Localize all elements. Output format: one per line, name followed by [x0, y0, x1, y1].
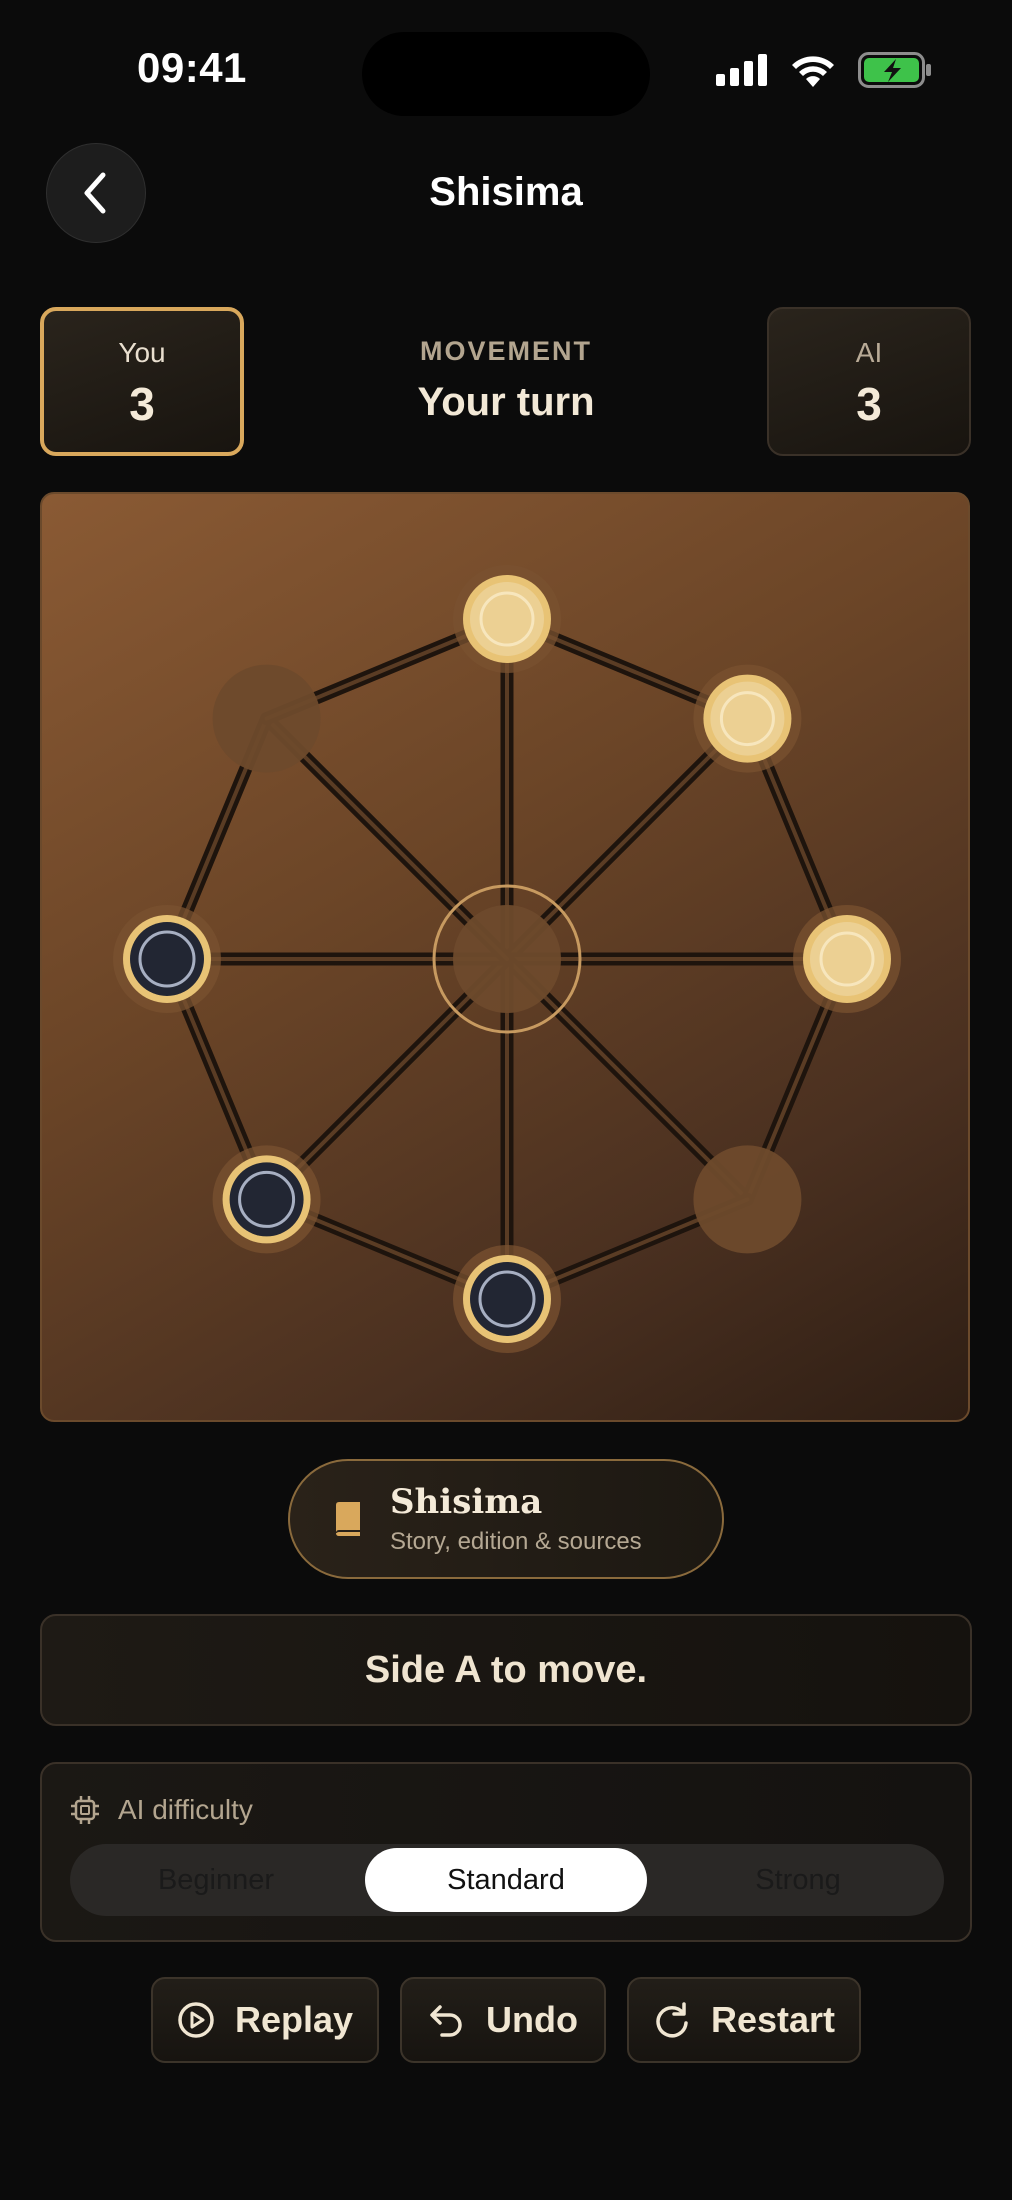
restart-button[interactable]: Restart [627, 1977, 861, 2063]
ai-score-card: AI 3 [767, 307, 971, 456]
game-board[interactable] [40, 492, 970, 1422]
restart-icon [656, 2002, 688, 2038]
difficulty-option-strong[interactable]: Strong [658, 1844, 938, 1916]
replay-button[interactable]: Replay [151, 1977, 379, 2063]
book-icon [336, 1502, 360, 1536]
ai-score: 3 [856, 378, 882, 430]
story-title: Shisima [390, 1482, 543, 1522]
cpu-chip-icon [71, 1796, 99, 1824]
story-button[interactable]: Shisima Story, edition & sources [288, 1459, 724, 1579]
difficulty-option-beginner[interactable]: Beginner [76, 1844, 356, 1916]
board-point-top-left [212, 664, 321, 773]
difficulty-segmented-control: Beginner Standard Strong [70, 1844, 944, 1916]
wifi-icon [792, 56, 834, 87]
ai-difficulty-panel: AI difficulty Beginner Standard Strong [40, 1762, 972, 1942]
status-icons [716, 52, 932, 88]
difficulty-option-standard[interactable]: Standard [365, 1848, 647, 1912]
play-circle-icon [178, 2002, 214, 2038]
page-title: Shisima [429, 170, 583, 214]
replay-label: Replay [234, 1999, 354, 2040]
board-point-center [453, 905, 561, 1013]
restart-label: Restart [710, 1999, 836, 2040]
undo-button[interactable]: Undo [400, 1977, 606, 2063]
board-graphic [113, 565, 901, 1353]
ai-label: AI [855, 337, 883, 368]
story-subtitle: Story, edition & sources [390, 1528, 642, 1555]
board-point-bottom-right [693, 1145, 802, 1254]
ai-difficulty-label: AI difficulty [118, 1794, 253, 1825]
status-message: Side A to move. [40, 1614, 972, 1726]
undo-arrow-icon [430, 2005, 462, 2037]
undo-label: Undo [486, 1999, 578, 2040]
dynamic-island [362, 32, 650, 116]
battery-charging-icon [858, 52, 931, 88]
status-time: 09:41 [137, 44, 247, 91]
signal-icon [716, 54, 767, 86]
